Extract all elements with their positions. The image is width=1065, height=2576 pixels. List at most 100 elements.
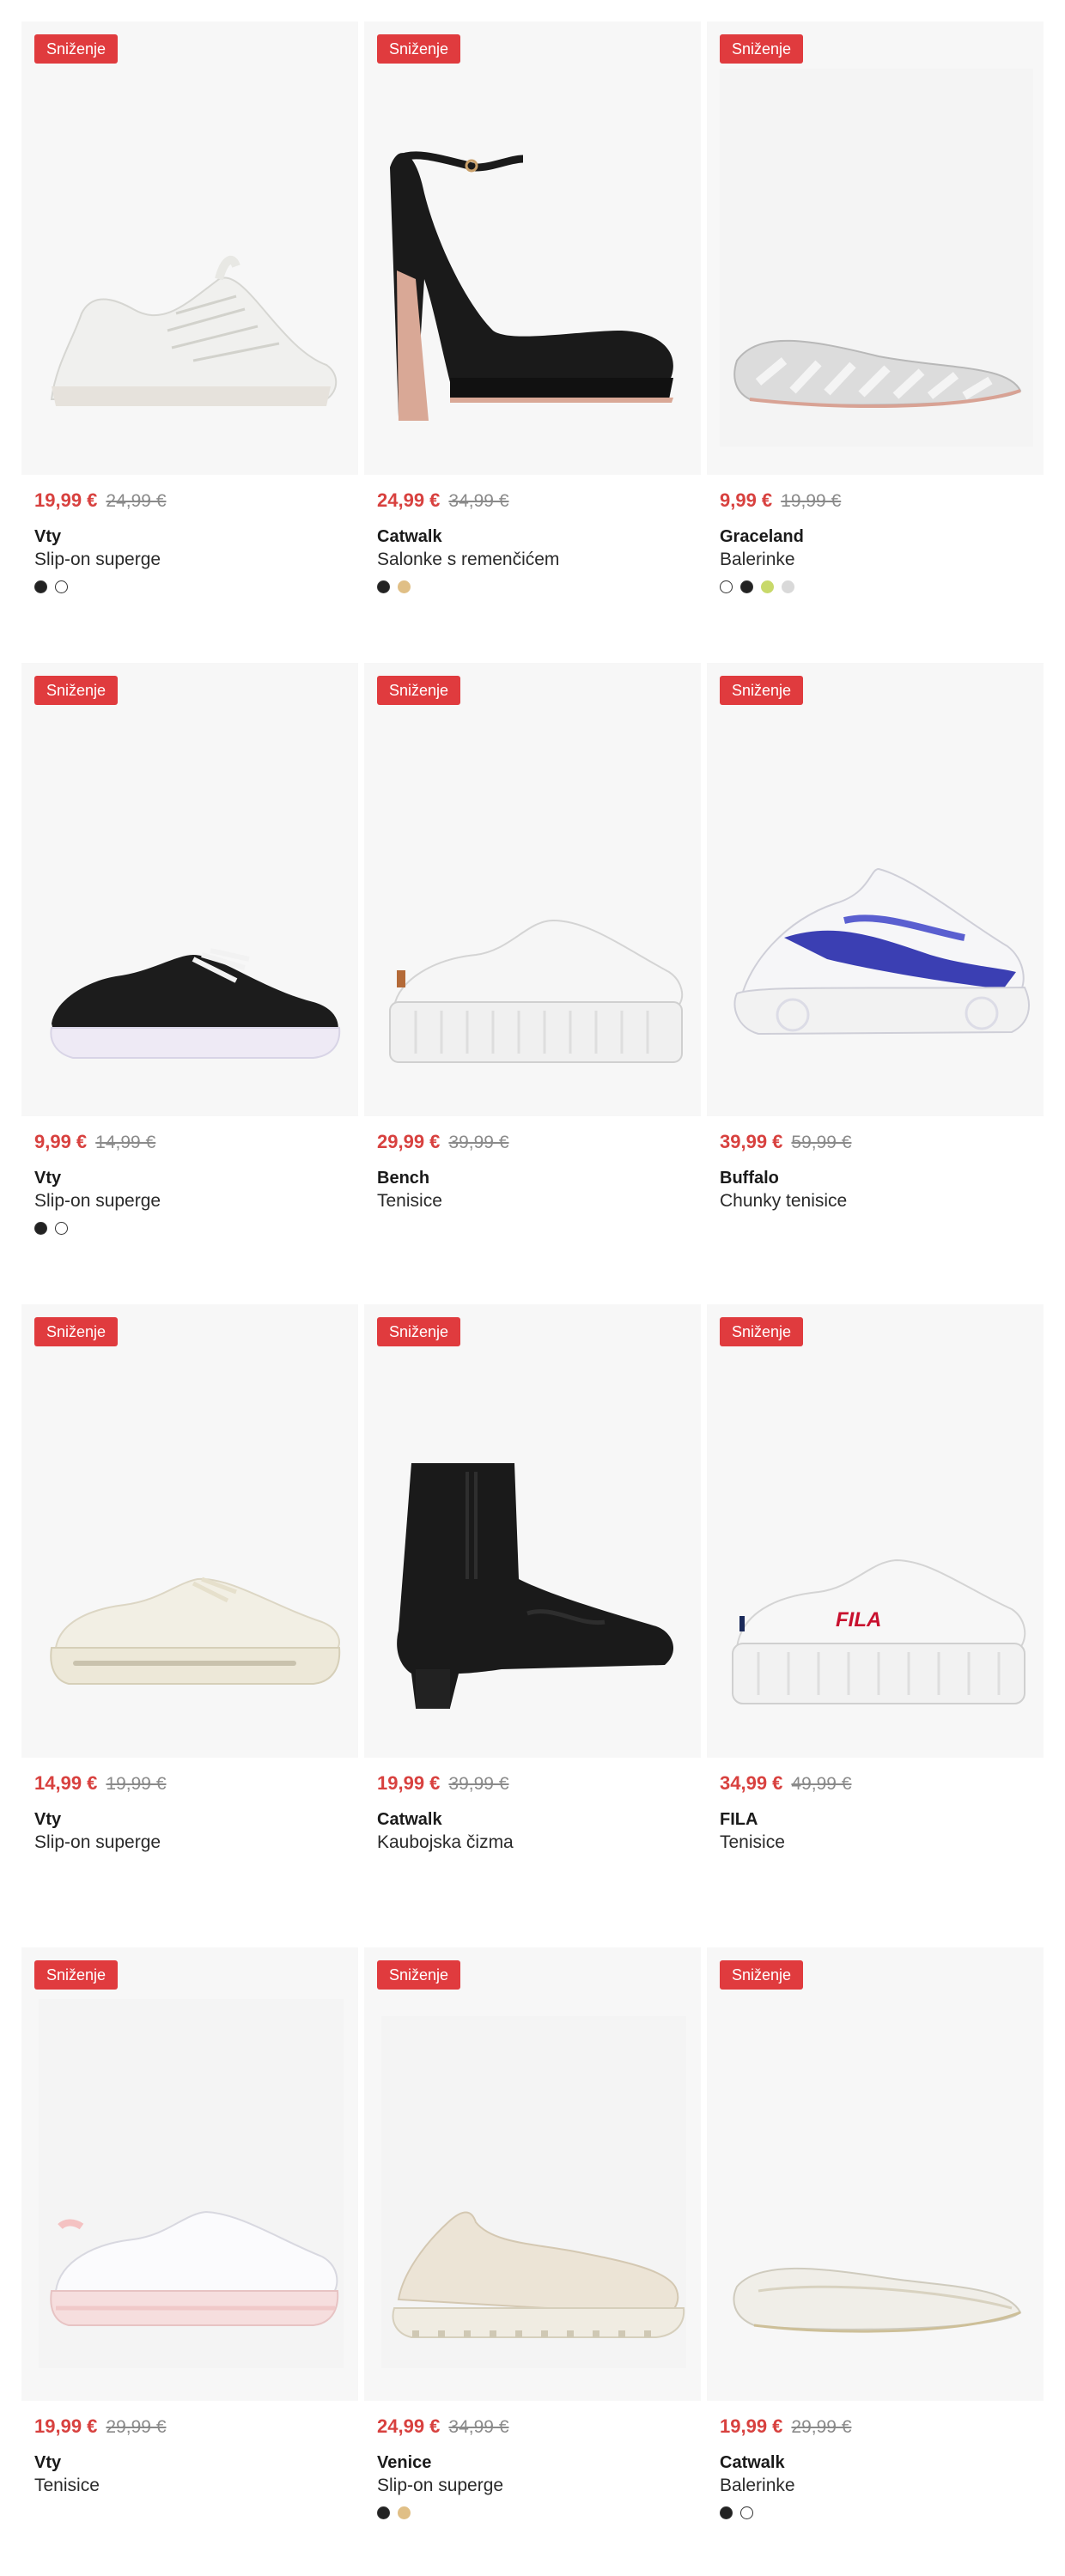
product-name[interactable]: Slip-on superge bbox=[21, 1831, 358, 1855]
current-price: 19,99 € bbox=[377, 1772, 441, 1794]
product-card[interactable]: FILA Sniženje 34,99 € 49,99 € FILA Tenis… bbox=[707, 1304, 1044, 1855]
color-swatch-beige[interactable] bbox=[398, 2506, 411, 2519]
white-platform-sneaker-image bbox=[389, 919, 684, 1063]
color-swatch-black[interactable] bbox=[720, 2506, 733, 2519]
current-price: 9,99 € bbox=[720, 489, 773, 511]
black-canvas-sneaker-image bbox=[50, 948, 341, 1059]
product-name[interactable]: Kaubojska čizma bbox=[364, 1831, 701, 1855]
product-name[interactable]: Slip-on superge bbox=[21, 548, 358, 572]
sale-badge: Sniženje bbox=[377, 34, 461, 64]
product-name[interactable]: Slip-on superge bbox=[21, 1189, 358, 1213]
original-price: 34,99 € bbox=[448, 2417, 509, 2437]
product-name[interactable]: Tenisice bbox=[21, 2474, 358, 2498]
product-brand: Bench bbox=[377, 1169, 430, 1188]
black-platform-heel-image bbox=[390, 151, 673, 421]
blue-chunky-sneaker-image bbox=[733, 867, 1030, 1036]
product-card[interactable]: Sniženje 24,99 € 34,99 € Venice Slip-on … bbox=[364, 1947, 701, 2522]
product-brand: Buffalo bbox=[720, 1169, 779, 1188]
color-swatch-black[interactable] bbox=[740, 580, 753, 593]
product-image[interactable]: Sniženje bbox=[707, 21, 1044, 475]
color-swatch-black[interactable] bbox=[34, 580, 47, 593]
cream-mesh-sneaker-image bbox=[50, 1577, 341, 1685]
current-price: 39,99 € bbox=[720, 1131, 783, 1152]
current-price: 24,99 € bbox=[377, 489, 441, 511]
product-image[interactable]: Sniženje bbox=[21, 1947, 358, 2401]
color-swatch-black[interactable] bbox=[34, 1222, 47, 1235]
sale-badge: Sniženje bbox=[34, 34, 119, 64]
product-card[interactable]: Sniženje 9,99 € 14,99 € Vty Slip-on supe… bbox=[21, 663, 358, 1237]
color-swatch-silver[interactable] bbox=[782, 580, 794, 593]
sale-badge: Sniženje bbox=[377, 676, 461, 705]
color-swatches bbox=[364, 580, 701, 596]
original-price: 34,99 € bbox=[448, 491, 509, 511]
product-image[interactable]: FILA Sniženje bbox=[707, 1304, 1044, 1758]
price-row: 19,99 € 24,99 € bbox=[21, 489, 358, 515]
product-name[interactable]: Tenisice bbox=[707, 1831, 1044, 1855]
product-card[interactable]: Sniženje 14,99 € 19,99 € Vty Slip-on sup… bbox=[21, 1304, 358, 1855]
silver-cutout-ballerina-image bbox=[720, 69, 1033, 447]
color-swatch-black[interactable] bbox=[377, 580, 390, 593]
product-image[interactable]: Sniženje bbox=[707, 1947, 1044, 2401]
original-price: 59,99 € bbox=[791, 1133, 852, 1152]
product-card[interactable]: Sniženje 24,99 € 34,99 € Catwalk Salonke… bbox=[364, 21, 701, 596]
current-price: 24,99 € bbox=[377, 2415, 441, 2437]
product-image[interactable]: Sniženje bbox=[21, 21, 358, 475]
current-price: 14,99 € bbox=[34, 1772, 98, 1794]
sale-badge: Sniženje bbox=[377, 1317, 461, 1346]
color-swatch-black[interactable] bbox=[377, 2506, 390, 2519]
color-swatch-white[interactable] bbox=[55, 1222, 68, 1235]
product-brand: Vty bbox=[34, 527, 62, 546]
sale-badge: Sniženje bbox=[377, 1960, 461, 1990]
product-card[interactable]: Sniženje 29,99 € 39,99 € Bench Tenisice bbox=[364, 663, 701, 1213]
product-image[interactable]: Sniženje bbox=[364, 21, 701, 475]
product-card[interactable]: Sniženje 39,99 € 59,99 € Buffalo Chunky … bbox=[707, 663, 1044, 1213]
color-swatches bbox=[707, 2506, 1044, 2522]
product-card[interactable]: Sniženje 19,99 € 39,99 € Catwalk Kaubojs… bbox=[364, 1304, 701, 1855]
product-name[interactable]: Balerinke bbox=[707, 548, 1044, 572]
white-glitter-ballerina-image bbox=[733, 2267, 1022, 2333]
product-card[interactable]: Sniženje 9,99 € 19,99 € Graceland Baleri… bbox=[707, 21, 1044, 596]
product-card[interactable]: Sniženje 19,99 € 24,99 € Vty Slip-on sup… bbox=[21, 21, 358, 596]
current-price: 19,99 € bbox=[34, 489, 98, 511]
product-brand: Venice bbox=[377, 2453, 432, 2472]
beige-knit-slipon-image bbox=[381, 2016, 686, 2368]
product-brand: Catwalk bbox=[720, 2453, 785, 2472]
product-image[interactable]: Sniženje bbox=[364, 1304, 701, 1758]
product-image[interactable]: Sniženje bbox=[364, 663, 701, 1116]
price-row: 24,99 € 34,99 € bbox=[364, 2415, 701, 2441]
color-swatch-beige[interactable] bbox=[398, 580, 411, 593]
current-price: 19,99 € bbox=[720, 2415, 783, 2437]
color-swatch-white[interactable] bbox=[740, 2506, 753, 2519]
original-price: 39,99 € bbox=[448, 1774, 509, 1794]
product-image[interactable]: Sniženje bbox=[364, 1947, 701, 2401]
product-brand: Graceland bbox=[720, 527, 804, 546]
price-row: 19,99 € 39,99 € bbox=[364, 1772, 701, 1798]
color-swatch-white[interactable] bbox=[55, 580, 68, 593]
product-name[interactable]: Slip-on superge bbox=[364, 2474, 701, 2498]
price-row: 39,99 € 59,99 € bbox=[707, 1131, 1044, 1157]
original-price: 29,99 € bbox=[791, 2417, 852, 2437]
product-image[interactable]: Sniženje bbox=[707, 663, 1044, 1116]
price-row: 29,99 € 39,99 € bbox=[364, 1131, 701, 1157]
product-card[interactable]: Sniženje 19,99 € 29,99 € Vty Tenisice bbox=[21, 1947, 358, 2498]
product-brand: Vty bbox=[34, 1810, 62, 1829]
price-row: 24,99 € 34,99 € bbox=[364, 489, 701, 515]
product-image[interactable]: Sniženje bbox=[21, 663, 358, 1116]
product-name[interactable]: Tenisice bbox=[364, 1189, 701, 1213]
product-image[interactable]: Sniženje bbox=[21, 1304, 358, 1758]
product-brand: Vty bbox=[34, 2453, 62, 2472]
sale-badge: Sniženje bbox=[34, 676, 119, 705]
color-swatch-white[interactable] bbox=[720, 580, 733, 593]
color-swatches bbox=[21, 1222, 358, 1237]
product-name[interactable]: Salonke s remenčićem bbox=[364, 548, 701, 572]
original-price: 49,99 € bbox=[791, 1774, 852, 1794]
sale-badge: Sniženje bbox=[34, 1317, 119, 1346]
price-row: 19,99 € 29,99 € bbox=[707, 2415, 1044, 2441]
product-card[interactable]: Sniženje 19,99 € 29,99 € Catwalk Balerin… bbox=[707, 1947, 1044, 2522]
color-swatch-lime[interactable] bbox=[761, 580, 774, 593]
white-pink-sneaker-image bbox=[39, 1999, 344, 2368]
product-name[interactable]: Balerinke bbox=[707, 2474, 1044, 2498]
black-western-boot-image bbox=[397, 1463, 674, 1709]
product-name[interactable]: Chunky tenisice bbox=[707, 1189, 1044, 1213]
current-price: 34,99 € bbox=[720, 1772, 783, 1794]
